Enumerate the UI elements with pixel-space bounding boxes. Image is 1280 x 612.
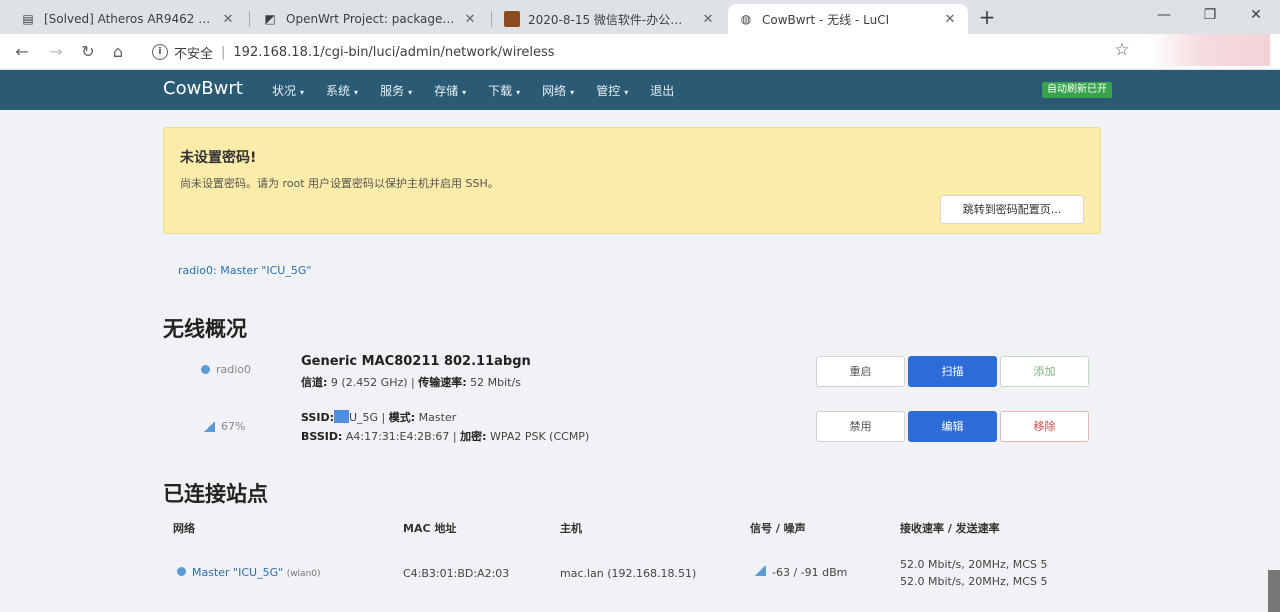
device-name: radio0 bbox=[216, 363, 252, 376]
tab-label: OpenWrt Project: packages:... bbox=[286, 12, 456, 26]
station-host: mac.lan (192.168.18.51) bbox=[560, 567, 697, 580]
device-details: 信道: 9 (2.452 GHz) | 传输速率: 52 Mbit/s bbox=[301, 376, 521, 389]
col-host: 主机 bbox=[560, 522, 582, 535]
network-bssid: BSSID: A4:17:31:E4:2B:67 | 加密: WPA2 PSK … bbox=[301, 430, 590, 443]
caret-down-icon: ▾ bbox=[570, 87, 575, 97]
signal-percent: 67% bbox=[221, 420, 246, 433]
edit-button[interactable]: 编辑 bbox=[908, 411, 997, 442]
tab-label: 2020-8-15 微信软件-办公图片... bbox=[528, 12, 694, 27]
station-network[interactable]: Master "ICU_5G" (wlan0) bbox=[177, 566, 321, 579]
home-button[interactable]: ⌂ bbox=[106, 40, 130, 64]
overview-heading: 无线概况 bbox=[163, 317, 247, 341]
restore-button[interactable]: ❐ bbox=[1187, 0, 1233, 30]
caret-down-icon: ▾ bbox=[354, 87, 359, 97]
menu-download[interactable]: 下载 ▾ bbox=[488, 82, 520, 99]
brand-logo[interactable]: CowBwrt bbox=[163, 78, 243, 99]
security-label: 不安全 bbox=[174, 46, 214, 62]
col-rate: 接收速率 / 发送速率 bbox=[900, 522, 1000, 535]
col-network: 网络 bbox=[173, 522, 195, 535]
url-text[interactable]: 192.168.18.1/cgi-bin/luci/admin/network/… bbox=[233, 45, 554, 60]
warning-text: 尚未设置密码。请为 root 用户设置密码以保护主机并启用 SSH。 bbox=[180, 177, 499, 190]
autorefresh-badge[interactable]: 自动刷新已开 bbox=[1042, 82, 1112, 98]
wifi-icon bbox=[177, 567, 186, 576]
page-icon: ▤ bbox=[22, 12, 34, 26]
device-row: radio0 Generic MAC80211 802.11abgn 信道: 9… bbox=[163, 350, 1101, 390]
bookmark-star-icon[interactable]: ☆ bbox=[1110, 40, 1134, 60]
col-mac: MAC 地址 bbox=[403, 522, 457, 535]
forward-button[interactable]: → bbox=[44, 40, 68, 64]
tab-divider bbox=[491, 11, 492, 27]
browser-tab-3[interactable]: 2020-8-15 微信软件-办公图片... ✕ bbox=[494, 4, 726, 34]
globe-icon: ◍ bbox=[740, 12, 752, 26]
browser-tab-2[interactable]: ◩ OpenWrt Project: packages:... ✕ bbox=[252, 4, 488, 34]
tab-label: CowBwrt - 无线 - LuCI bbox=[762, 12, 890, 27]
browser-tabstrip: ▤ [Solved] Atheros AR9462 on ... ✕ ◩ Ope… bbox=[0, 0, 1280, 34]
caret-down-icon: ▾ bbox=[408, 87, 413, 97]
goto-password-button[interactable]: 跳转到密码配置页... bbox=[940, 195, 1084, 224]
back-button[interactable]: ← bbox=[10, 40, 34, 64]
caret-down-icon: ▾ bbox=[516, 87, 521, 97]
network-ssid: SSID: U_5G | 模式: Master bbox=[301, 410, 457, 424]
restart-button[interactable]: 重启 bbox=[816, 356, 905, 387]
station-signal: -63 / -91 dBm bbox=[754, 566, 847, 579]
menu-services[interactable]: 服务 ▾ bbox=[380, 82, 412, 99]
close-icon[interactable]: ✕ bbox=[700, 12, 716, 27]
caret-down-icon: ▾ bbox=[462, 87, 467, 97]
window-edge bbox=[1268, 570, 1280, 612]
menu-system[interactable]: 系统 ▾ bbox=[326, 82, 358, 99]
browser-tab-1[interactable]: ▤ [Solved] Atheros AR9462 on ... ✕ bbox=[10, 4, 246, 34]
device-status: radio0 bbox=[201, 363, 251, 376]
openwrt-icon: ◩ bbox=[264, 12, 276, 26]
signal-icon bbox=[754, 566, 766, 576]
text-selection bbox=[333, 410, 349, 423]
browser-toolbar: ← → ↻ ⌂ i 不安全 | 192.168.18.1/cgi-bin/luc… bbox=[0, 34, 1280, 70]
minimize-button[interactable]: — bbox=[1141, 0, 1187, 30]
scan-button[interactable]: 扫描 bbox=[908, 356, 997, 387]
add-button[interactable]: 添加 bbox=[1000, 356, 1089, 387]
menu-status[interactable]: 状况 ▾ bbox=[272, 82, 304, 99]
tab-divider bbox=[249, 11, 250, 27]
stations-heading: 已连接站点 bbox=[163, 482, 268, 506]
network-signal: 67% bbox=[203, 420, 245, 433]
close-icon[interactable]: ✕ bbox=[462, 12, 478, 27]
password-warning: 未设置密码! 尚未设置密码。请为 root 用户设置密码以保护主机并启用 SSH… bbox=[163, 127, 1101, 234]
browser-tab-4[interactable]: ◍ CowBwrt - 无线 - LuCI ✕ bbox=[728, 4, 968, 34]
new-tab-button[interactable]: + bbox=[975, 5, 999, 29]
info-icon[interactable]: i bbox=[152, 44, 168, 60]
address-bar[interactable]: i 不安全 | 192.168.18.1/cgi-bin/luci/admin/… bbox=[146, 39, 1136, 65]
caret-down-icon: ▾ bbox=[624, 87, 629, 97]
reload-button[interactable]: ↻ bbox=[76, 40, 100, 64]
col-signal: 信号 / 噪声 bbox=[750, 522, 806, 535]
station-mac: C4:B3:01:BD:A2:03 bbox=[403, 567, 510, 580]
remove-button[interactable]: 移除 bbox=[1000, 411, 1089, 442]
station-tx-rate: 52.0 Mbit/s, 20MHz, MCS 5 bbox=[900, 575, 1048, 588]
disable-button[interactable]: 禁用 bbox=[816, 411, 905, 442]
url-separator: | bbox=[221, 44, 226, 60]
signal-icon bbox=[203, 421, 215, 432]
main-menu: 状况 ▾ 系统 ▾ 服务 ▾ 存储 ▾ 下载 ▾ 网络 ▾ 管控 ▾ 退出 bbox=[272, 70, 696, 110]
menu-logout[interactable]: 退出 bbox=[650, 82, 674, 99]
profile-area bbox=[1150, 34, 1270, 66]
window-close-button[interactable]: ✕ bbox=[1233, 0, 1279, 30]
wifi-icon bbox=[201, 365, 210, 374]
close-icon[interactable]: ✕ bbox=[220, 12, 236, 27]
station-rx-rate: 52.0 Mbit/s, 20MHz, MCS 5 bbox=[900, 558, 1048, 571]
caret-down-icon: ▾ bbox=[300, 87, 305, 97]
menu-control[interactable]: 管控 ▾ bbox=[596, 82, 628, 99]
luci-navbar: CowBwrt 状况 ▾ 系统 ▾ 服务 ▾ 存储 ▾ 下载 ▾ 网络 ▾ 管控 ▾ 退出 自… bbox=[0, 70, 1280, 110]
tab-label: [Solved] Atheros AR9462 on ... bbox=[44, 12, 214, 26]
device-title: Generic MAC80211 802.11abgn bbox=[301, 354, 531, 369]
menu-storage[interactable]: 存储 ▾ bbox=[434, 82, 466, 99]
network-row: 67% SSID: U_5G | 模式: Master BSSID: A4:17:… bbox=[163, 405, 1101, 445]
radio-tab-link[interactable]: radio0: Master "ICU_5G" bbox=[178, 264, 311, 277]
menu-network[interactable]: 网络 ▾ bbox=[542, 82, 574, 99]
warning-title: 未设置密码! bbox=[180, 150, 257, 166]
image-icon bbox=[504, 11, 520, 27]
close-icon[interactable]: ✕ bbox=[942, 12, 958, 27]
